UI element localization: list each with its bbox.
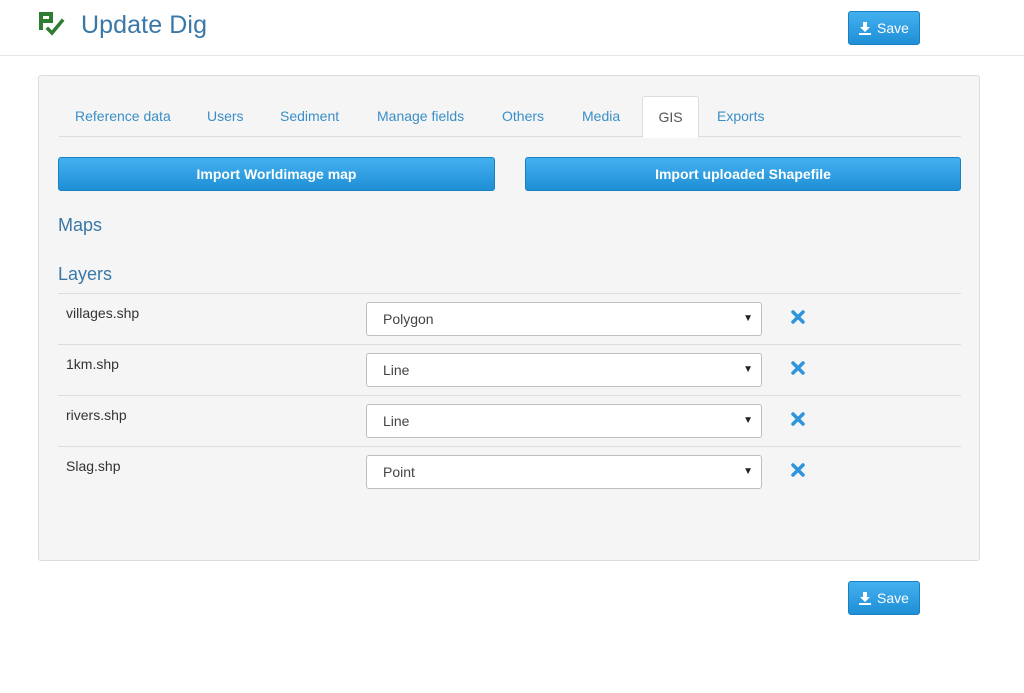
close-icon[interactable] <box>790 411 806 427</box>
layer-type-select[interactable]: Point ▼ <box>366 455 762 489</box>
maps-heading: Maps <box>58 215 103 235</box>
tab-bar: Reference data Users Sediment Manage fie… <box>59 96 961 138</box>
import-shapefile-button[interactable]: Import uploaded Shapefile <box>525 157 961 191</box>
save-check-icon <box>39 12 65 36</box>
caret-down-icon: ▼ <box>743 415 753 426</box>
layer-row: rivers.shp Line ▼ <box>58 395 961 446</box>
save-button-top[interactable]: Save <box>848 11 920 45</box>
tab-sediment[interactable]: Sediment <box>280 96 339 137</box>
layer-name: villages.shp <box>66 305 140 321</box>
tab-gis[interactable]: GIS <box>642 96 699 138</box>
tab-reference-data[interactable]: Reference data <box>75 96 171 137</box>
layer-name: rivers.shp <box>66 407 127 423</box>
save-button-bottom[interactable]: Save <box>848 581 920 615</box>
layer-type-value: Point <box>383 464 415 480</box>
settings-panel: Reference data Users Sediment Manage fie… <box>38 75 980 561</box>
layer-type-select[interactable]: Line ▼ <box>366 353 762 387</box>
layers-heading: Layers <box>58 264 113 284</box>
layer-type-select[interactable]: Polygon ▼ <box>366 302 762 336</box>
app-header: Update Dig Save <box>0 0 1024 56</box>
page-title: Update Dig <box>81 11 208 39</box>
save-button-label: Save <box>877 590 909 606</box>
tab-manage-fields[interactable]: Manage fields <box>377 96 464 137</box>
tab-users[interactable]: Users <box>207 96 244 137</box>
close-icon[interactable] <box>790 309 806 325</box>
layers-list: villages.shp Polygon ▼ 1km.shp Line ▼ ri… <box>58 293 961 497</box>
layer-type-select[interactable]: Line ▼ <box>366 404 762 438</box>
layer-type-value: Line <box>383 413 410 429</box>
caret-down-icon: ▼ <box>743 313 753 324</box>
layer-row: Slag.shp Point ▼ <box>58 446 961 497</box>
download-icon <box>859 21 872 35</box>
close-icon[interactable] <box>790 462 806 478</box>
caret-down-icon: ▼ <box>743 364 753 375</box>
layer-row: villages.shp Polygon ▼ <box>58 293 961 344</box>
tab-media[interactable]: Media <box>582 96 620 137</box>
tab-exports[interactable]: Exports <box>717 96 764 137</box>
import-worldimage-button[interactable]: Import Worldimage map <box>58 157 495 191</box>
download-icon <box>859 591 872 605</box>
close-icon[interactable] <box>790 360 806 376</box>
layer-name: Slag.shp <box>66 458 121 474</box>
layer-type-value: Line <box>383 362 410 378</box>
layer-name: 1km.shp <box>66 356 119 372</box>
tab-others[interactable]: Others <box>502 96 544 137</box>
layer-row: 1km.shp Line ▼ <box>58 344 961 395</box>
caret-down-icon: ▼ <box>743 466 753 477</box>
save-button-label: Save <box>877 20 909 36</box>
layer-type-value: Polygon <box>383 311 434 327</box>
